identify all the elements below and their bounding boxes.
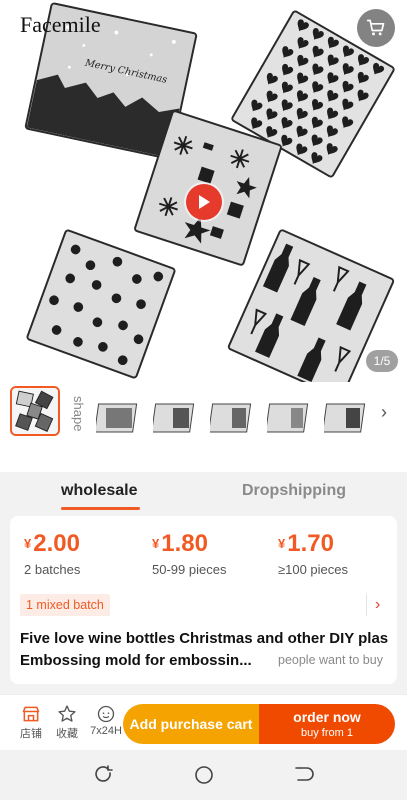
mixed-batch-tag[interactable]: 1 mixed batch	[20, 594, 110, 616]
thumbnail-image	[151, 403, 195, 433]
variant-thumbnail-selected[interactable]	[10, 386, 60, 436]
product-hero-image[interactable]: Merry Christmas Facemile 1/5	[0, 0, 407, 382]
favorite-button[interactable]: 收藏	[47, 703, 87, 741]
bottom-action-bar: 店铺 收藏 7x24H Add purchase cart order now …	[0, 694, 407, 750]
play-icon	[199, 195, 210, 209]
back-icon[interactable]	[293, 764, 315, 786]
variant-thumbnail[interactable]	[151, 394, 199, 434]
chevron-right-icon[interactable]: ›	[366, 594, 380, 616]
chat-icon	[97, 705, 115, 723]
buy-from-label: buy from 1	[301, 727, 353, 739]
variant-thumbnail[interactable]	[322, 394, 370, 434]
system-navigation-bar	[0, 750, 407, 800]
cart-icon	[366, 19, 385, 36]
variant-thumbnail[interactable]	[208, 394, 256, 434]
thumbnail-image	[322, 403, 366, 433]
customer-service-button[interactable]: 7x24H	[86, 703, 126, 737]
thumbnail-image	[265, 403, 309, 433]
price-tier: ¥2.00 2 batches	[24, 530, 80, 577]
recent-apps-icon[interactable]	[93, 764, 115, 786]
want-to-buy-label: people want to buy	[278, 653, 383, 667]
tier-quantity: ≥100 pieces	[278, 562, 349, 577]
variant-thumbnail-strip: shape ›	[0, 382, 407, 472]
variant-thumbnail[interactable]	[94, 394, 142, 434]
product-title-line-1: Five love wine bottles Christmas and oth…	[20, 630, 389, 647]
store-button[interactable]: 店铺	[11, 703, 51, 741]
thumbnail-image	[94, 403, 138, 433]
price-tier: ¥1.70 ≥100 pieces	[278, 530, 348, 577]
cart-button[interactable]	[357, 9, 395, 47]
image-counter: 1/5	[366, 350, 398, 372]
tab-wholesale[interactable]: wholesale	[61, 482, 137, 500]
store-icon	[22, 706, 40, 722]
tab-dropshipping[interactable]: Dropshipping	[242, 482, 346, 500]
thumbnail-image	[12, 388, 58, 434]
chevron-right-icon[interactable]: ›	[381, 402, 387, 423]
add-to-cart-button[interactable]: Add purchase cart	[123, 704, 259, 744]
tier-quantity: 50-99 pieces	[152, 562, 227, 577]
order-now-button[interactable]: order now buy from 1	[259, 704, 395, 744]
pricing-card: ¥2.00 2 batches ¥1.80 50-99 pieces ¥1.70…	[10, 516, 397, 684]
play-video-button[interactable]	[186, 184, 222, 220]
order-now-label: order now	[293, 709, 361, 725]
star-icon	[58, 705, 76, 722]
thumbnail-image	[208, 403, 252, 433]
tier-price: ¥1.70	[278, 530, 334, 557]
active-tab-indicator	[61, 507, 140, 510]
shape-label: shape	[71, 396, 86, 432]
product-title-line-2: Embossing mold for embossin...	[20, 652, 252, 669]
tier-quantity: 2 batches	[24, 562, 81, 577]
variant-thumbnail[interactable]	[265, 394, 313, 434]
price-tier: ¥1.80 50-99 pieces	[152, 530, 226, 577]
favorite-label: 收藏	[56, 728, 78, 740]
store-label: 店铺	[20, 728, 42, 740]
tier-price: ¥2.00	[24, 530, 80, 557]
brand-watermark: Facemile	[20, 12, 101, 37]
embossing-folder-cherries-image	[25, 228, 177, 380]
service-label: 7x24H	[90, 725, 122, 737]
home-icon[interactable]	[193, 764, 215, 786]
tier-price: ¥1.80	[152, 530, 208, 557]
